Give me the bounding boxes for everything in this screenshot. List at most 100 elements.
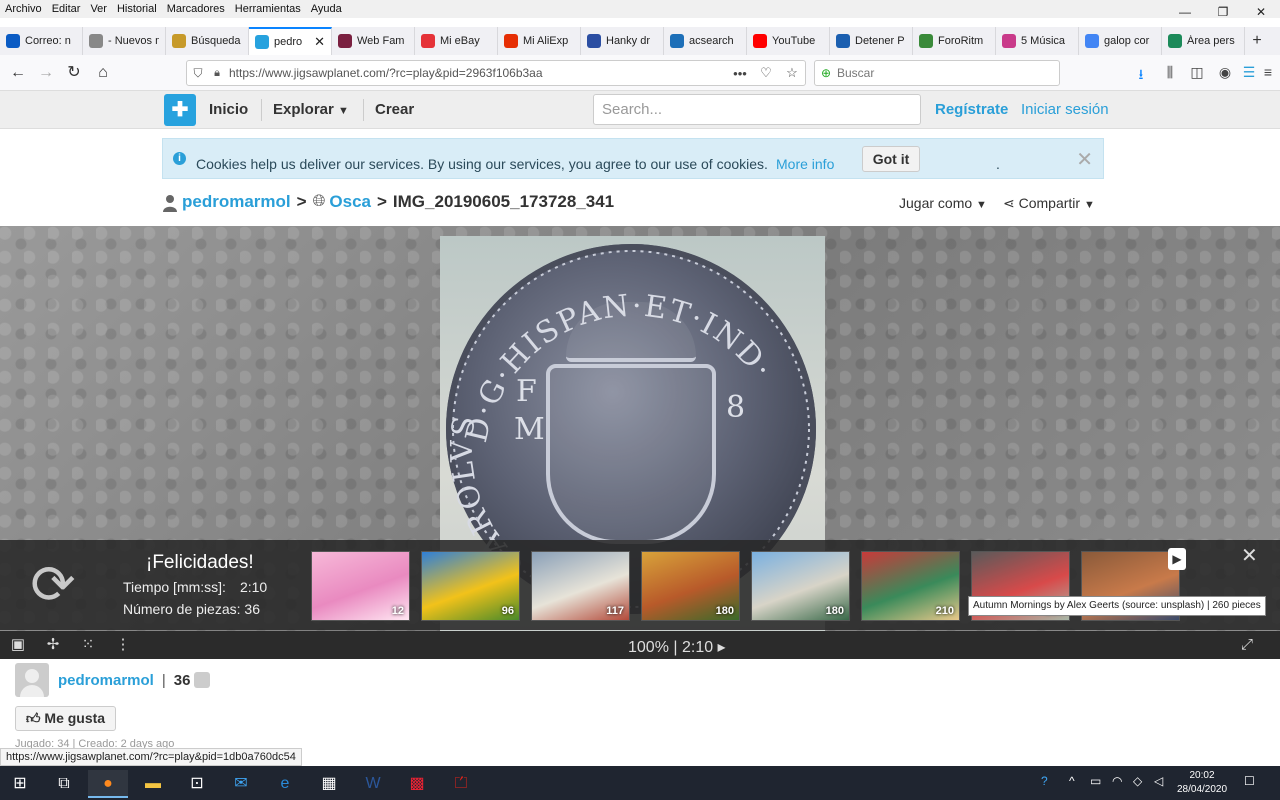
tab-favicon-icon — [255, 35, 269, 49]
dropbox-icon[interactable]: ◇ — [1133, 774, 1142, 788]
browser-tab[interactable]: acsearch — [664, 27, 747, 55]
url-bar[interactable]: ⛉ 🔒︎ https://www.jigsawplanet.com/?rc=pl… — [186, 60, 806, 86]
register-link[interactable]: Regístrate — [935, 101, 1008, 118]
pocket-icon[interactable]: ♡ — [753, 65, 779, 81]
menu-ayuda[interactable]: Ayuda — [306, 3, 347, 15]
menu-historial[interactable]: Historial — [112, 3, 162, 15]
firefox-taskbar-icon[interactable]: ● — [88, 770, 128, 798]
minimize-icon[interactable]: — — [1166, 0, 1204, 24]
nav-inicio[interactable]: Inicio — [209, 101, 248, 118]
browser-tab[interactable]: Correo: n — [0, 27, 83, 55]
acrobat-icon[interactable]: ⏍ — [441, 770, 481, 798]
system-clock[interactable]: 20:02 28/04/2020 — [1177, 769, 1227, 797]
breadcrumb-folder-link[interactable]: Osca — [329, 192, 371, 212]
browser-search-box[interactable]: ⊕ Buscar — [814, 60, 1060, 86]
url-text[interactable]: https://www.jigsawplanet.com/?rc=play&pi… — [225, 66, 727, 80]
play-as-label: Jugar como — [899, 195, 973, 211]
browser-tab[interactable]: ForoRitm — [913, 27, 996, 55]
task-view-icon[interactable]: ⧉ — [44, 770, 84, 798]
wifi-icon[interactable]: ◠ — [1112, 774, 1122, 788]
avatar[interactable] — [15, 663, 49, 697]
login-link[interactable]: Iniciar sesión — [1021, 101, 1109, 118]
browser-tab[interactable]: Mi eBay — [415, 27, 498, 55]
download-icon[interactable]: ⭳ — [1131, 64, 1151, 82]
nav-explorar[interactable]: Explorar ▼ — [273, 101, 349, 118]
suggested-puzzle-thumb[interactable]: 117 — [531, 551, 630, 621]
close-icon[interactable]: ✕ — [1076, 147, 1093, 172]
ghost-image-icon[interactable]: ✢ — [43, 635, 63, 655]
library-icon[interactable]: ⫼ — [1160, 64, 1180, 82]
notifications-icon[interactable]: ☐ — [1244, 774, 1255, 788]
photos-icon[interactable]: ▦ — [309, 770, 349, 798]
home-icon[interactable]: ⌂ — [91, 61, 115, 85]
browser-tab[interactable]: galop cor — [1079, 27, 1162, 55]
suggested-puzzle-thumb[interactable]: 96 — [421, 551, 520, 621]
suggested-puzzle-thumb[interactable]: 210 — [861, 551, 960, 621]
back-icon[interactable]: ← — [6, 61, 30, 85]
page-actions-icon[interactable]: ••• — [727, 66, 753, 81]
like-button[interactable]: 👍︎ Me gusta — [15, 706, 116, 731]
menu-archivo[interactable]: Archivo — [0, 3, 47, 15]
more-options-icon[interactable]: ⋮ — [113, 635, 133, 655]
cookie-more-info-link[interactable]: More info — [776, 156, 834, 172]
browser-tab[interactable]: Detener P — [830, 27, 913, 55]
fullscreen-icon[interactable]: ⤢ — [1237, 635, 1257, 655]
media-app-icon[interactable]: ▩ — [397, 770, 437, 798]
suggested-puzzle-thumb[interactable]: 180 — [751, 551, 850, 621]
replay-icon[interactable]: ⟳ — [24, 556, 82, 614]
browser-tab[interactable]: - Nuevos men — [83, 27, 166, 55]
volume-icon[interactable]: ◁ — [1154, 774, 1163, 788]
mail-icon[interactable]: ✉ — [221, 770, 261, 798]
sidebar-icon[interactable]: ◫ — [1187, 64, 1207, 82]
nav-crear[interactable]: Crear — [375, 101, 414, 118]
help-icon[interactable]: ? — [1041, 774, 1048, 788]
pieces-grid-icon[interactable]: ⁙ — [78, 635, 98, 655]
menu-herramientas[interactable]: Herramientas — [230, 3, 306, 15]
close-panel-icon[interactable]: ✕ — [1241, 543, 1258, 568]
lock-icon[interactable]: 🔒︎ — [209, 67, 225, 80]
browser-tab[interactable]: YouTube — [747, 27, 830, 55]
suggested-puzzle-thumb[interactable]: 12 — [311, 551, 410, 621]
puzzle-piece-icon — [194, 672, 211, 688]
browser-tab[interactable]: 5 Música — [996, 27, 1079, 55]
owner-name-link[interactable]: pedromarmol — [58, 672, 154, 689]
jigsawplanet-logo[interactable]: ✚ — [164, 94, 196, 126]
store-icon[interactable]: ⊡ — [177, 770, 217, 798]
browser-tab[interactable]: Hanky dr — [581, 27, 664, 55]
browser-tab[interactable]: pedro ✕ — [249, 27, 332, 55]
browser-tab[interactable]: Mi AliExp — [498, 27, 581, 55]
image-preview-icon[interactable]: ▣ — [8, 635, 28, 655]
file-explorer-icon[interactable]: ▬ — [133, 770, 173, 798]
bookmark-star-icon[interactable]: ☆ — [779, 65, 805, 81]
battery-icon[interactable]: ▭ — [1090, 774, 1101, 788]
share-dropdown[interactable]: ⋖ Compartir ▼ — [1003, 195, 1095, 212]
edge-icon[interactable]: e — [265, 770, 305, 798]
windows-start-icon[interactable]: ⊞ — [0, 770, 40, 798]
tray-chevron-icon[interactable]: ^ — [1069, 774, 1075, 788]
thumb-piece-count: 180 — [825, 605, 844, 617]
cookie-got-it-button[interactable]: Got it — [862, 146, 920, 172]
tracking-shield-icon[interactable]: ⛉ — [187, 66, 209, 81]
tab-close-icon[interactable]: ✕ — [314, 34, 325, 50]
extension-icon[interactable]: ☰ — [1239, 64, 1259, 82]
suggested-puzzle-thumb[interactable]: 180 — [641, 551, 740, 621]
breadcrumb-user-link[interactable]: pedromarmol — [182, 192, 291, 212]
menu-ver[interactable]: Ver — [85, 3, 112, 15]
new-tab-icon[interactable]: + — [1245, 27, 1269, 55]
menu-marcadores[interactable]: Marcadores — [162, 3, 230, 15]
play-as-dropdown[interactable]: Jugar como ▼ — [899, 195, 987, 211]
word-icon[interactable]: W — [353, 770, 393, 798]
site-search-input[interactable]: Search... — [593, 94, 921, 125]
hamburger-menu-icon[interactable]: ≡ — [1258, 64, 1278, 82]
search-engine-icon[interactable]: ⊕ — [815, 66, 837, 80]
account-icon[interactable]: ◉ — [1215, 64, 1235, 82]
browser-tab[interactable]: Búsqueda — [166, 27, 249, 55]
next-thumbs-icon[interactable]: ▶ — [1168, 548, 1186, 570]
browser-tab[interactable]: Web Fam — [332, 27, 415, 55]
restore-icon[interactable]: ❐ — [1204, 0, 1242, 24]
close-window-icon[interactable]: ✕ — [1242, 0, 1280, 24]
reload-icon[interactable]: ↻ — [62, 61, 86, 85]
browser-tab[interactable]: Área pers — [1162, 27, 1245, 55]
forward-icon[interactable]: → — [34, 61, 58, 85]
menu-editar[interactable]: Editar — [47, 3, 86, 15]
